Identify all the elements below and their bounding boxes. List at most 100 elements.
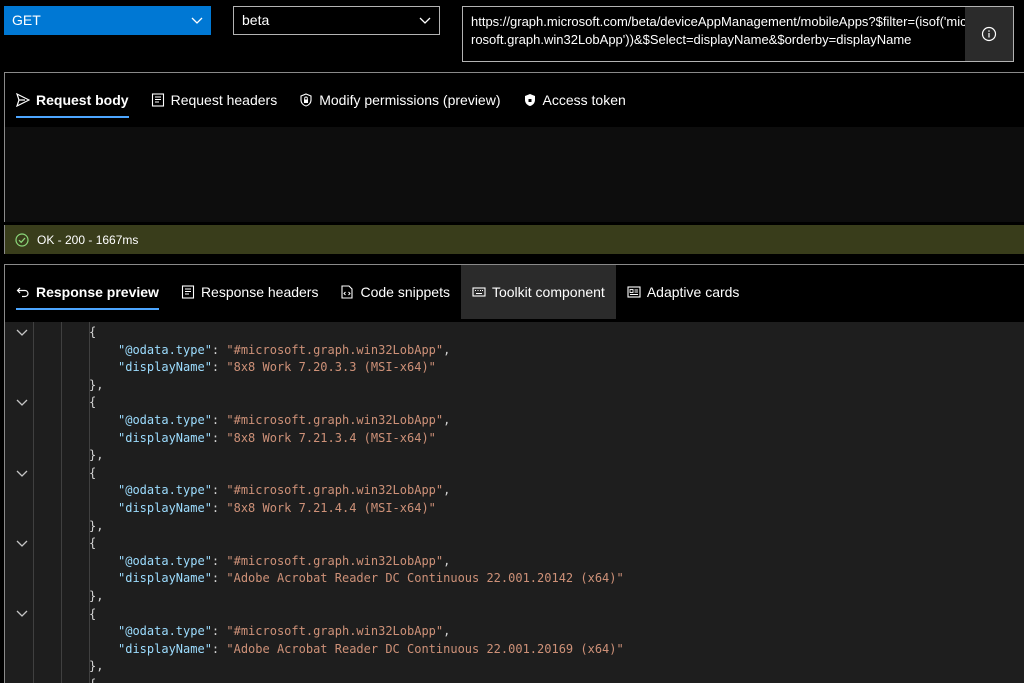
tab-response-preview[interactable]: Response preview bbox=[5, 265, 170, 319]
json-brace: { bbox=[89, 606, 97, 621]
json-string: "8x8 Work 7.21.4.4 (MSI-x64)" bbox=[226, 501, 436, 515]
json-string: "8x8 Work 7.21.3.4 (MSI-x64)" bbox=[226, 430, 436, 445]
json-key: "@odata.type" bbox=[118, 342, 212, 357]
json-line: "@odata.type": "#microsoft.graph.win32Lo… bbox=[118, 413, 451, 427]
tab-code-snippets[interactable]: Code snippets bbox=[329, 265, 461, 319]
json-line: }, bbox=[5, 377, 1024, 395]
json-line: "displayName": "8x8 Work 7.20.3.3 (MSI-x… bbox=[118, 360, 436, 375]
json-string: "8x8 Work 7.20.3.3 (MSI-x64)" bbox=[226, 360, 436, 375]
shield-lock-icon bbox=[299, 93, 313, 107]
json-brace: { bbox=[89, 465, 97, 480]
json-brace: }, bbox=[89, 377, 104, 392]
http-method-value: GET bbox=[12, 12, 41, 28]
version-value: beta bbox=[242, 12, 270, 28]
json-line: { bbox=[5, 606, 1024, 624]
json-brace: }, bbox=[89, 589, 104, 603]
keyboard-icon bbox=[472, 285, 486, 299]
request-body-editor[interactable] bbox=[5, 127, 1024, 222]
document-icon bbox=[151, 93, 165, 107]
json-brace: { bbox=[89, 325, 97, 339]
json-brace: }, bbox=[89, 518, 104, 533]
json-key: "displayName" bbox=[118, 501, 212, 515]
fold-chevron-icon[interactable] bbox=[15, 535, 29, 553]
json-line: }, bbox=[5, 658, 1024, 676]
json-line: "@odata.type": "#microsoft.graph.win32Lo… bbox=[118, 342, 451, 357]
tab-label: Toolkit component bbox=[491, 284, 605, 300]
check-circle-icon bbox=[15, 232, 29, 247]
json-string: "#microsoft.graph.win32LobApp" bbox=[226, 483, 444, 498]
json-line: { bbox=[5, 535, 1024, 553]
json-line: }, bbox=[5, 588, 1024, 606]
json-string: "#microsoft.graph.win32LobApp" bbox=[226, 553, 444, 568]
document-icon bbox=[181, 285, 195, 299]
json-key: "@odata.type" bbox=[118, 553, 212, 568]
status-bar: OK - 200 - 1667ms bbox=[4, 225, 1024, 254]
tab-label: Request headers bbox=[170, 92, 278, 108]
tab-label: Response headers bbox=[200, 284, 319, 300]
url-input[interactable]: https://graph.microsoft.com/beta/deviceA… bbox=[462, 6, 1014, 62]
json-line: "displayName": "8x8 Work 7.21.4.4 (MSI-x… bbox=[118, 501, 436, 515]
tab-label: Request body bbox=[36, 92, 129, 108]
json-string: "#microsoft.graph.win32LobApp" bbox=[226, 342, 444, 357]
json-key: "displayName" bbox=[118, 571, 212, 586]
json-brace: { bbox=[89, 536, 97, 551]
http-method-dropdown[interactable]: GET bbox=[4, 6, 211, 35]
chevron-down-icon bbox=[189, 6, 205, 35]
json-brace: { bbox=[89, 395, 97, 410]
json-line: "displayName": "8x8 Work 7.21.3.4 (MSI-x… bbox=[118, 430, 436, 445]
tab-label: Adaptive cards bbox=[646, 284, 740, 300]
json-line: { bbox=[5, 394, 1024, 412]
tab-request-body[interactable]: Request body bbox=[5, 73, 140, 127]
response-json-viewer[interactable]: { "@odata.type": "#microsoft.graph.win32L… bbox=[5, 322, 1024, 683]
tab-label: Code snippets bbox=[360, 284, 450, 300]
json-line: { bbox=[5, 465, 1024, 483]
info-icon bbox=[981, 26, 997, 42]
json-key: "displayName" bbox=[118, 641, 212, 656]
version-dropdown[interactable]: beta bbox=[233, 6, 440, 35]
tab-label: Access token bbox=[542, 92, 626, 108]
json-brace: { bbox=[89, 676, 96, 683]
tab-request-headers[interactable]: Request headers bbox=[140, 73, 289, 127]
json-line: "@odata.type": "#microsoft.graph.win32Lo… bbox=[118, 553, 451, 568]
send-icon bbox=[16, 93, 30, 107]
tab-label: Modify permissions (preview) bbox=[319, 92, 501, 108]
card-icon bbox=[627, 285, 641, 299]
tab-toolkit-component[interactable]: Toolkit component bbox=[460, 265, 616, 319]
json-key: "displayName" bbox=[118, 430, 212, 445]
json-string: "#microsoft.graph.win32LobApp" bbox=[226, 624, 444, 639]
json-string: "Adobe Acrobat Reader DC Continuous 22.0… bbox=[226, 641, 624, 656]
query-bar: GET beta https://graph.microsoft.com/bet… bbox=[0, 0, 1024, 72]
info-button[interactable] bbox=[965, 7, 1013, 61]
json-line: { bbox=[5, 324, 1024, 342]
json-key: "displayName" bbox=[118, 360, 212, 375]
json-line: { bbox=[5, 676, 1024, 683]
fold-chevron-icon[interactable] bbox=[15, 394, 29, 412]
json-brace: }, bbox=[89, 659, 104, 674]
request-panel: Request body Request headers Modify perm… bbox=[4, 72, 1024, 222]
json-key: "@odata.type" bbox=[118, 483, 212, 498]
tab-label: Response preview bbox=[36, 284, 159, 300]
status-text: OK - 200 - 1667ms bbox=[37, 232, 139, 247]
url-text[interactable]: https://graph.microsoft.com/beta/deviceA… bbox=[471, 13, 967, 49]
fold-chevron-icon[interactable] bbox=[15, 465, 29, 483]
json-line: "displayName": "Adobe Acrobat Reader DC … bbox=[118, 571, 624, 586]
chevron-down-icon bbox=[417, 7, 433, 34]
response-tabs: Response preview Response headers Code s… bbox=[5, 265, 750, 319]
json-line: }, bbox=[5, 447, 1024, 465]
json-key: "@odata.type" bbox=[118, 413, 212, 427]
undo-arrow-icon bbox=[16, 285, 30, 299]
json-key: "@odata.type" bbox=[118, 624, 212, 639]
tab-access-token[interactable]: Access token bbox=[512, 73, 637, 127]
fold-chevron-icon[interactable] bbox=[15, 324, 29, 342]
json-brace: }, bbox=[89, 448, 104, 463]
response-panel: Response preview Response headers Code s… bbox=[4, 264, 1024, 683]
tab-modify-permissions[interactable]: Modify permissions (preview) bbox=[288, 73, 511, 127]
tab-response-headers[interactable]: Response headers bbox=[170, 265, 330, 319]
code-file-icon bbox=[340, 285, 354, 299]
fold-chevron-icon[interactable] bbox=[15, 606, 29, 624]
json-string: "Adobe Acrobat Reader DC Continuous 22.0… bbox=[226, 571, 624, 586]
tab-adaptive-cards[interactable]: Adaptive cards bbox=[616, 265, 751, 319]
json-line: "@odata.type": "#microsoft.graph.win32Lo… bbox=[118, 624, 451, 639]
json-string: "#microsoft.graph.win32LobApp" bbox=[226, 413, 444, 427]
lock-icon bbox=[523, 93, 537, 107]
